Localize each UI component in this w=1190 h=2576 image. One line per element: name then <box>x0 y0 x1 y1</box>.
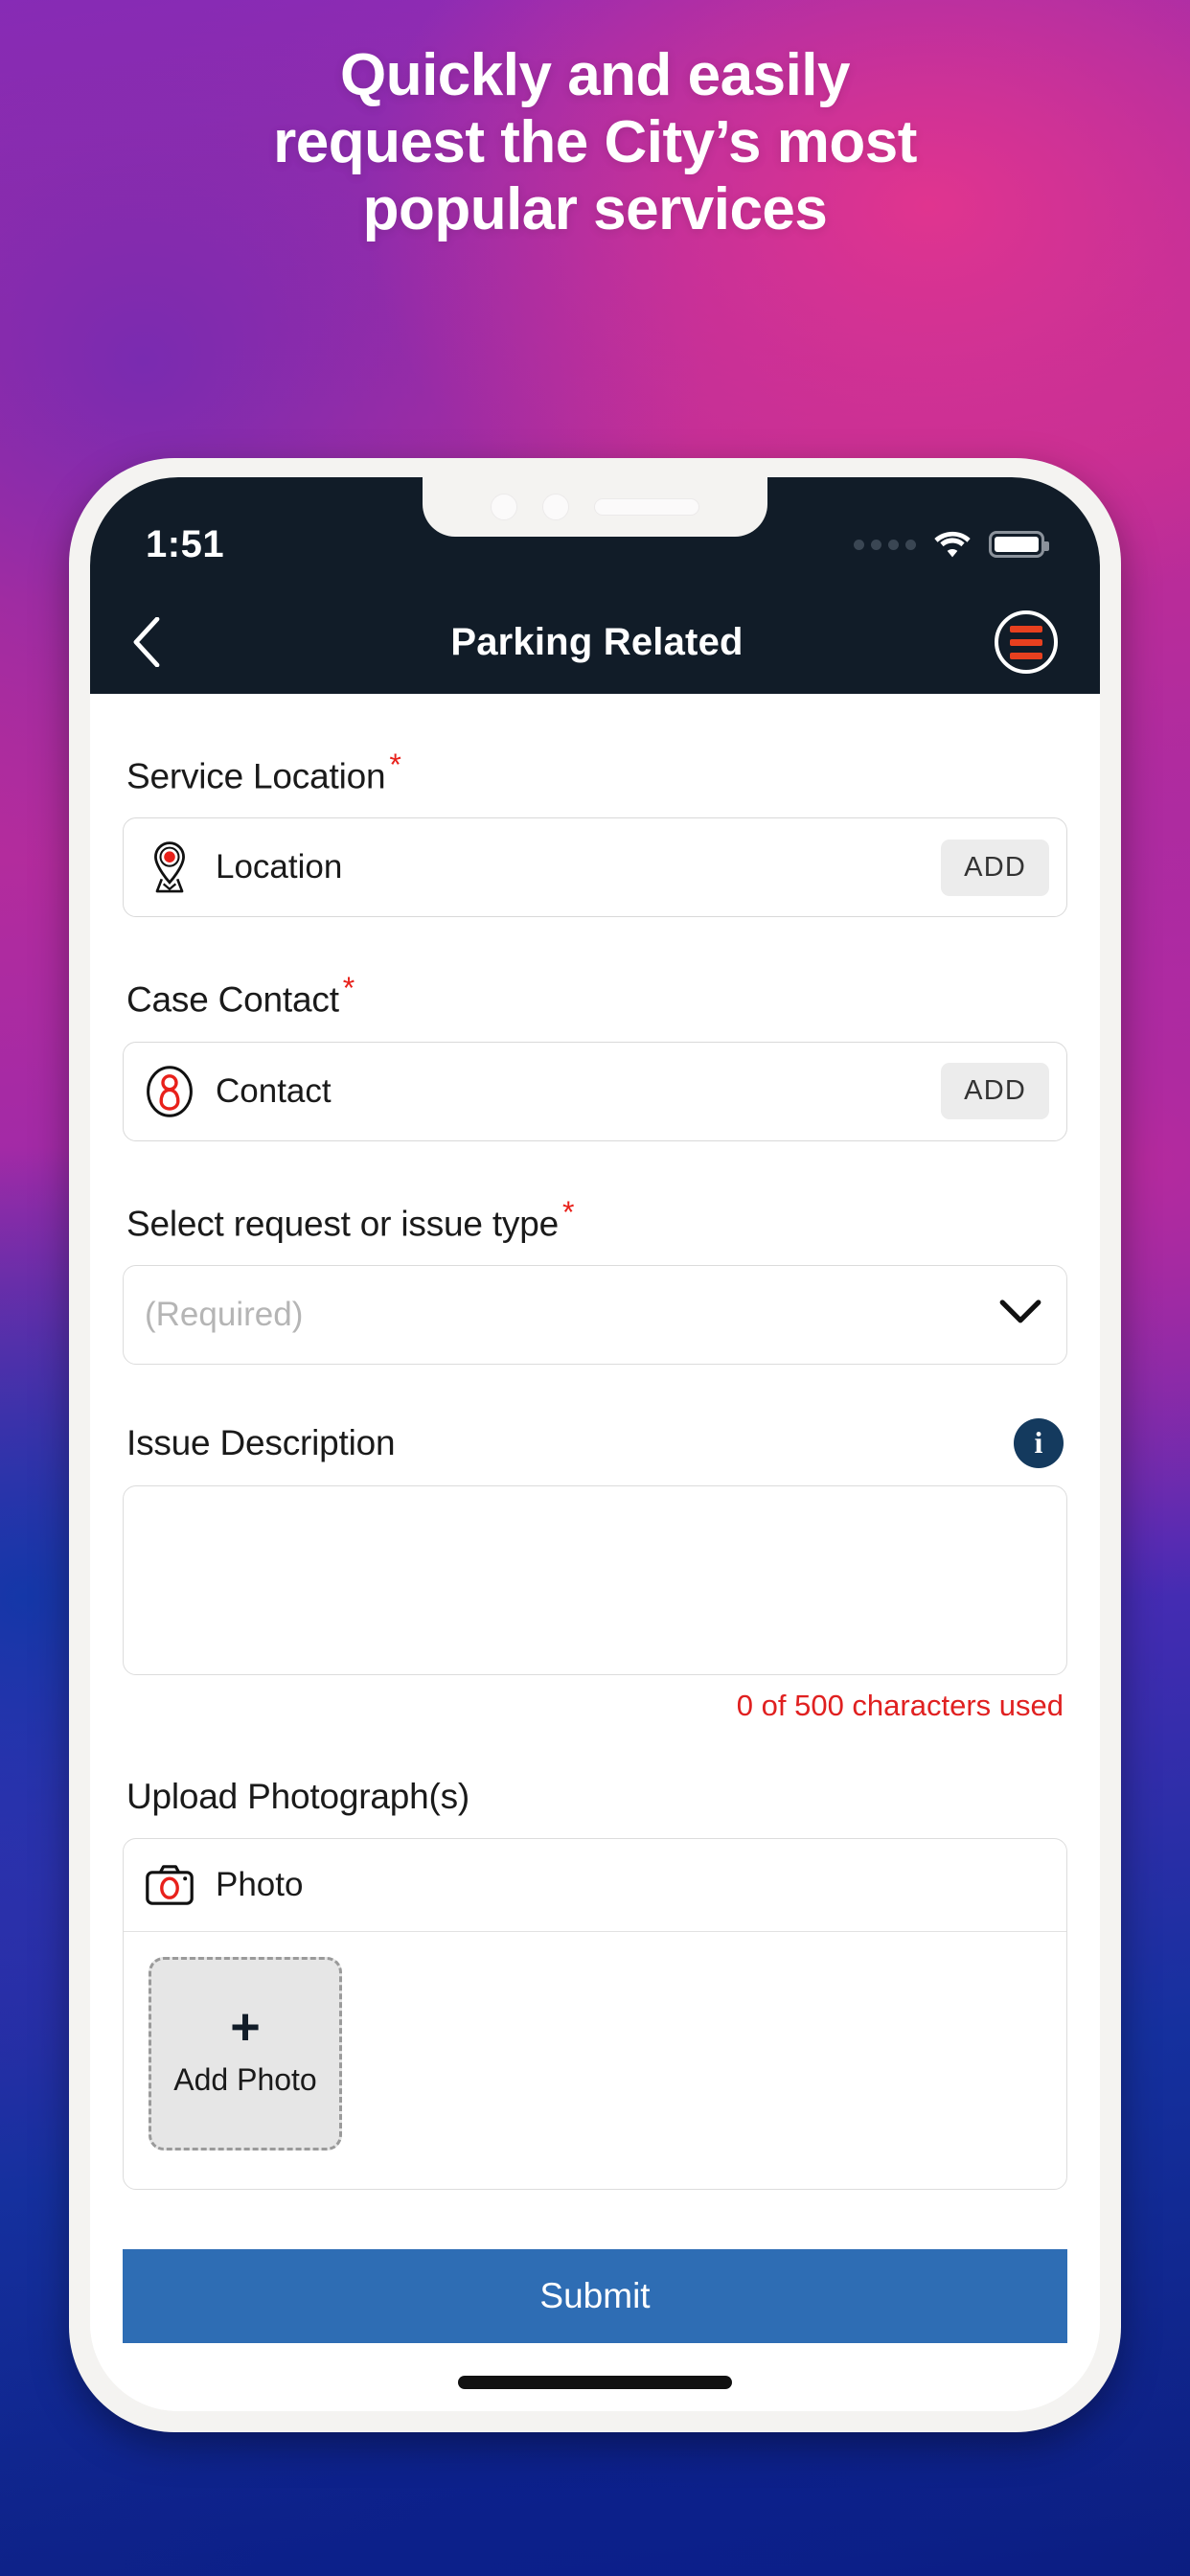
case-contact-add-button[interactable]: ADD <box>941 1063 1049 1120</box>
status-icons <box>854 529 1049 560</box>
camera-icon <box>124 1864 216 1906</box>
wifi-icon <box>931 529 973 560</box>
notch-camera-icon <box>542 494 569 520</box>
case-contact-label-text: Case Contact <box>126 979 339 1020</box>
issue-description-label: Issue Description <box>126 1422 396 1462</box>
request-type-placeholder: (Required) <box>145 1295 304 1333</box>
case-contact-label: Case Contact * <box>126 971 1067 1020</box>
chevron-down-icon <box>999 1299 1041 1330</box>
required-asterisk: * <box>561 1194 575 1230</box>
phone-notch <box>423 477 767 537</box>
map-pin-icon <box>124 840 216 894</box>
request-type-select[interactable]: (Required) <box>123 1264 1067 1365</box>
plus-icon: + <box>230 1997 261 2056</box>
status-time: 1:51 <box>146 522 225 565</box>
phone-screen: 1:51 Parking Related Service Location * … <box>90 477 1100 2411</box>
required-asterisk: * <box>389 748 401 782</box>
promo-headline: Quickly and easily request the City’s mo… <box>0 42 1190 243</box>
character-counter: 0 of 500 characters used <box>736 1688 1064 1722</box>
chevron-left-icon <box>133 617 160 667</box>
issue-description-textarea[interactable] <box>123 1484 1067 1675</box>
photo-row-label: Photo <box>216 1865 304 1903</box>
notch-speaker-icon <box>594 498 699 516</box>
service-location-field[interactable]: Location ADD <box>123 817 1067 918</box>
hamburger-menu-icon[interactable] <box>995 610 1058 674</box>
info-icon[interactable]: i <box>1014 1417 1064 1468</box>
photo-upload-panel: Photo + Add Photo <box>123 1837 1067 2190</box>
issue-description-header: Issue Description i <box>126 1417 1064 1468</box>
service-location-value: Location <box>216 848 343 886</box>
add-photo-button[interactable]: + Add Photo <box>149 1956 342 2150</box>
home-indicator <box>458 2375 732 2389</box>
case-contact-value: Contact <box>216 1071 332 1110</box>
request-type-label-text: Select request or issue type <box>126 1203 559 1243</box>
headline-line-2: request the City’s most <box>273 108 917 175</box>
service-location-label-text: Service Location <box>126 756 386 796</box>
photo-thumbnails: + Add Photo <box>124 1932 1066 2189</box>
page-title: Parking Related <box>450 620 744 663</box>
request-type-label: Select request or issue type * <box>126 1195 1067 1244</box>
contact-person-icon <box>124 1065 216 1118</box>
headline-line-1: Quickly and easily <box>339 42 851 108</box>
headline-line-3: popular services <box>362 175 828 242</box>
required-asterisk: * <box>342 971 355 1006</box>
back-button[interactable] <box>132 617 199 667</box>
case-contact-field[interactable]: Contact ADD <box>123 1041 1067 1141</box>
battery-full-icon <box>989 531 1049 558</box>
upload-photographs-label: Upload Photograph(s) <box>126 1776 469 1816</box>
photo-row: Photo <box>124 1839 1066 1932</box>
form-content: Service Location * Location ADD Case Cont… <box>90 694 1100 2411</box>
service-location-label: Service Location * <box>126 748 1067 796</box>
notch-sensor-icon <box>491 494 517 520</box>
service-location-add-button[interactable]: ADD <box>941 839 1049 896</box>
add-photo-label: Add Photo <box>173 2062 317 2098</box>
phone-mockup: 1:51 Parking Related Service Location * … <box>69 458 1121 2432</box>
app-navbar: Parking Related <box>90 590 1100 694</box>
signal-dots-icon <box>854 539 916 550</box>
submit-button[interactable]: Submit <box>123 2248 1067 2343</box>
